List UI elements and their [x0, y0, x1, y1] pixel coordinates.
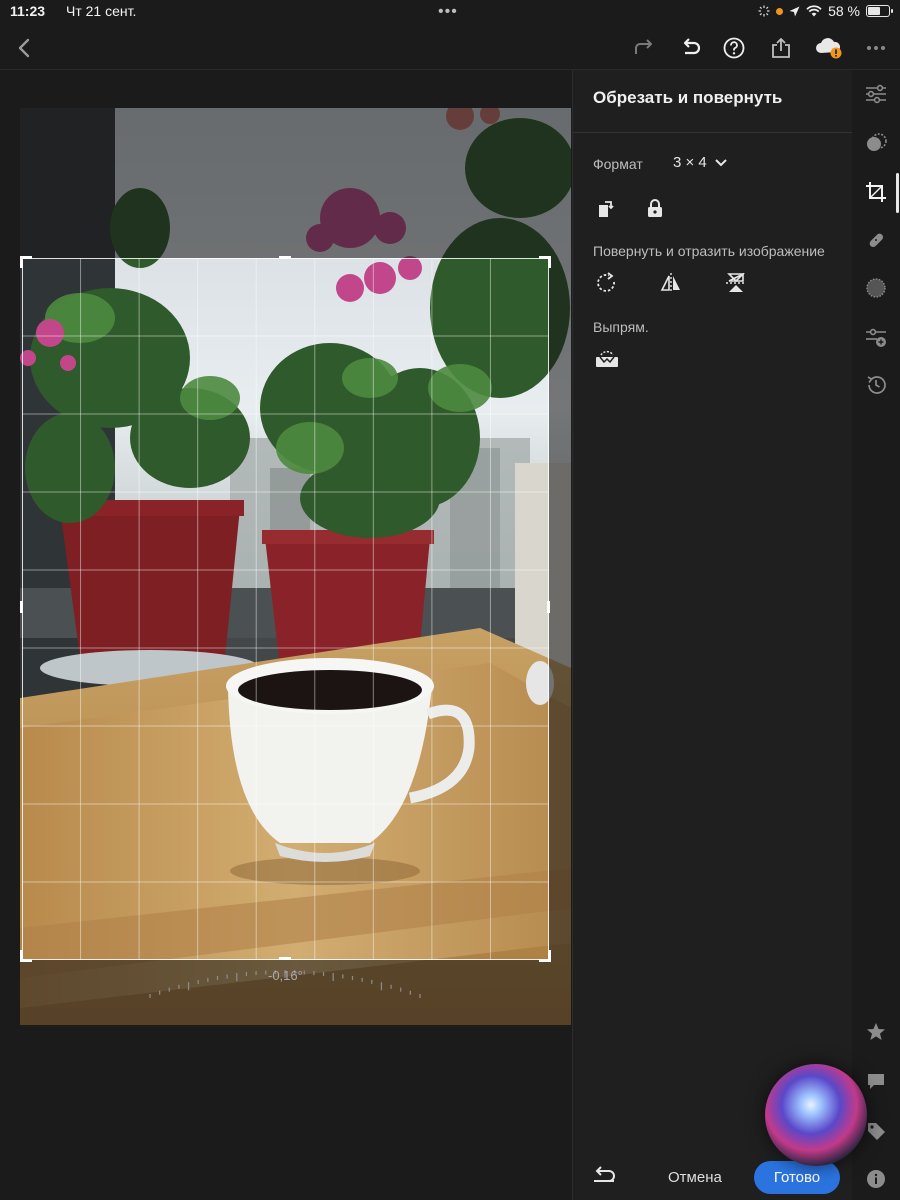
- crop-handle-bottom-right[interactable]: [539, 950, 551, 962]
- panel-divider: [573, 132, 853, 133]
- rail-keywords[interactable]: [864, 1119, 888, 1143]
- crop-handle-top-right[interactable]: [539, 256, 551, 268]
- undo-icon: [683, 38, 701, 55]
- reset-button[interactable]: [592, 1166, 618, 1188]
- swap-orientation-button[interactable]: [594, 195, 620, 221]
- redo-button[interactable]: [630, 34, 658, 62]
- rotate-button[interactable]: [594, 270, 620, 296]
- flip-vertical-icon: [726, 272, 746, 292]
- crop-handle-left[interactable]: [20, 601, 23, 613]
- straighten-label: Выпрям.: [593, 319, 649, 335]
- chevron-down-icon: [715, 158, 727, 166]
- more-icon: [867, 46, 885, 50]
- battery-icon: [866, 5, 893, 17]
- rail-rating[interactable]: [864, 1020, 888, 1044]
- wifi-icon: [806, 5, 822, 17]
- cloud-warning-icon: [816, 38, 842, 59]
- rail-presets[interactable]: [864, 82, 888, 106]
- auto-straighten-button[interactable]: [594, 346, 620, 372]
- versions-icon: [866, 328, 886, 347]
- auto-straighten-icon: [596, 350, 618, 367]
- done-button[interactable]: Готово: [754, 1161, 840, 1194]
- bandage-icon: [869, 233, 884, 248]
- photo-canvas[interactable]: -0,16°: [0, 70, 572, 1200]
- chevron-left-icon: [18, 38, 30, 58]
- location-icon: [789, 6, 800, 16]
- activity-spinner-icon: [758, 5, 770, 17]
- lock-aspect-button[interactable]: [642, 195, 668, 221]
- tool-rail: [852, 70, 900, 1200]
- rotate-icon: [597, 272, 615, 292]
- comment-icon: [868, 1074, 884, 1089]
- info-icon: [867, 1170, 885, 1188]
- done-label: Готово: [773, 1169, 821, 1186]
- flip-horizontal-button[interactable]: [658, 270, 684, 296]
- rail-crop[interactable]: [864, 180, 888, 204]
- crop-handle-top[interactable]: [279, 256, 291, 259]
- panel-title: Обрезать и повернуть: [593, 88, 783, 107]
- history-icon: [867, 376, 886, 394]
- swap-orientation-icon: [599, 201, 614, 217]
- status-time: 11:23: [10, 3, 46, 19]
- star-icon: [867, 1023, 885, 1040]
- more-button[interactable]: [862, 34, 890, 62]
- rotate-flip-label: Повернуть и отразить изображение: [593, 243, 825, 259]
- redo-icon: [635, 39, 652, 54]
- rotation-angle-label: -0,16°: [268, 968, 303, 983]
- rail-active-indicator: [896, 173, 899, 213]
- sliders-icon: [866, 84, 886, 104]
- rail-history[interactable]: [864, 373, 888, 397]
- crop-handle-top-left[interactable]: [20, 256, 32, 268]
- rail-masking[interactable]: [864, 131, 888, 155]
- siri-orb[interactable]: [765, 1064, 867, 1166]
- undo-button[interactable]: [676, 34, 704, 62]
- lens-blur-icon: [866, 278, 886, 298]
- share-icon: [772, 38, 790, 58]
- crop-frame[interactable]: [22, 258, 549, 960]
- help-button[interactable]: [720, 34, 748, 62]
- mic-indicator-icon: [776, 7, 784, 15]
- rail-comments[interactable]: [864, 1069, 888, 1093]
- crop-handle-bottom-left[interactable]: [20, 950, 32, 962]
- flip-vertical-button[interactable]: [723, 270, 749, 296]
- crop-dim-right: [549, 258, 571, 960]
- status-indicators: 58 %: [758, 3, 893, 19]
- help-icon: [723, 37, 745, 59]
- crop-rotate-panel: Обрезать и повернуть Формат 3 × 4 Поверн…: [572, 70, 853, 1200]
- lock-icon: [648, 199, 662, 217]
- masking-icon: [867, 133, 887, 151]
- battery-percent: 58 %: [828, 3, 860, 19]
- format-dropdown[interactable]: 3 × 4: [673, 154, 727, 171]
- crop-handle-right[interactable]: [547, 601, 550, 613]
- reset-icon: [594, 1166, 615, 1182]
- format-label: Формат: [593, 156, 643, 172]
- multitasking-dots-icon[interactable]: •••: [438, 3, 458, 21]
- flip-horizontal-icon: [660, 273, 680, 293]
- rail-info[interactable]: [864, 1167, 888, 1191]
- rail-versions[interactable]: [864, 326, 888, 350]
- rail-blur[interactable]: [864, 276, 888, 300]
- status-date: Чт 21 сент.: [66, 3, 137, 19]
- back-button[interactable]: [10, 34, 38, 62]
- share-button[interactable]: [767, 34, 795, 62]
- cancel-button[interactable]: Отмена: [668, 1169, 722, 1186]
- format-value: 3 × 4: [673, 154, 707, 171]
- cloud-sync-button[interactable]: [813, 34, 845, 62]
- top-toolbar: [0, 26, 900, 70]
- status-bar: 11:23 Чт 21 сент. ••• 58 %: [0, 0, 900, 26]
- rail-healing[interactable]: [864, 228, 888, 252]
- crop-icon: [866, 182, 886, 202]
- crop-dim-top: [20, 108, 571, 258]
- tag-icon: [868, 1123, 885, 1140]
